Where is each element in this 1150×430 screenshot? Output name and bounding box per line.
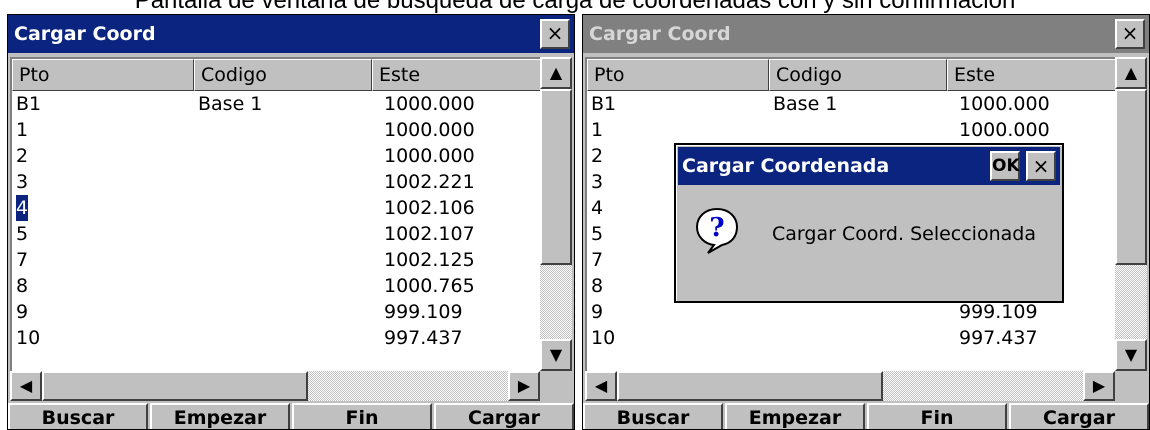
cell-pto: B1: [16, 93, 42, 115]
column-header-codigo[interactable]: Codigo: [769, 59, 947, 91]
cell-pto: 3: [591, 171, 604, 193]
table-row[interactable]: 8 1000.765: [12, 273, 540, 299]
scroll-left-icon[interactable]: ◀: [585, 371, 617, 401]
cell-este: 1000.000: [959, 93, 1050, 115]
cell-este: 997.437: [384, 327, 463, 349]
cell-pto: 8: [591, 275, 604, 297]
table-row[interactable]: 1 1000.000: [12, 117, 540, 143]
cell-este: 997.437: [959, 327, 1038, 349]
close-icon[interactable]: ×: [1115, 19, 1145, 49]
column-header-pto[interactable]: Pto: [587, 59, 769, 91]
button-bar: Buscar Empezar Fin Cargar: [8, 403, 574, 429]
window-title: Cargar Coord: [14, 23, 156, 45]
window-titlebar: Cargar Coord ×: [8, 15, 574, 53]
buscar-button[interactable]: Buscar: [8, 403, 148, 429]
table-row[interactable]: 1 1000.000: [587, 117, 1115, 143]
buscar-button[interactable]: Buscar: [583, 403, 723, 429]
cargar-button[interactable]: Cargar: [434, 403, 574, 429]
cargar-coord-window-left: Cargar Coord × Pto Codigo Este B1 Base 11…: [7, 14, 575, 430]
cell-este: 1000.000: [384, 145, 475, 167]
scroll-right-icon[interactable]: ▶: [1083, 371, 1115, 401]
fin-button[interactable]: Fin: [867, 403, 1007, 429]
scroll-left-icon[interactable]: ◀: [10, 371, 42, 401]
table-row[interactable]: B1 Base 1 1000.000: [587, 91, 1115, 117]
table-row[interactable]: B1 Base 1 1000.000: [12, 91, 540, 117]
question-icon: ?: [695, 207, 739, 254]
table-row[interactable]: 2 1000.000: [12, 143, 540, 169]
cell-pto: 5: [591, 223, 604, 245]
cell-este: 1002.221: [384, 171, 475, 193]
scroll-down-icon[interactable]: ▼: [540, 339, 572, 371]
cell-pto: 9: [591, 301, 604, 323]
fin-button[interactable]: Fin: [292, 403, 432, 429]
cell-este: 1000.000: [384, 119, 475, 141]
scroll-corner: [540, 371, 572, 401]
close-icon[interactable]: ×: [1026, 151, 1056, 181]
window-titlebar: Cargar Coord ×: [583, 15, 1149, 53]
scroll-corner: [1115, 371, 1147, 401]
horizontal-scrollbar[interactable]: ◀ ▶: [10, 371, 540, 401]
cell-pto: 7: [591, 249, 604, 271]
cell-pto: 4: [591, 197, 604, 219]
scroll-down-icon[interactable]: ▼: [1115, 339, 1147, 371]
cell-pto: 10: [591, 327, 616, 349]
cell-pto: 8: [16, 275, 29, 297]
column-header-este[interactable]: Este: [372, 59, 540, 91]
cell-pto: 1: [591, 119, 604, 141]
dialog-message: Cargar Coord. Seleccionada: [772, 223, 1036, 245]
ok-button[interactable]: OK: [990, 151, 1020, 181]
table-row[interactable]: 4 1002.106: [12, 194, 540, 222]
cell-pto: 5: [16, 223, 29, 245]
vertical-scrollbar[interactable]: ▲ ▼: [1115, 57, 1147, 371]
scroll-thumb[interactable]: [1115, 89, 1147, 265]
table-row[interactable]: 10 997.437: [587, 325, 1115, 351]
cell-pto: 2: [16, 145, 29, 167]
cell-pto: B1: [591, 93, 617, 115]
cell-codigo: Base 1: [773, 93, 838, 115]
cell-pto: 10: [16, 327, 41, 349]
dialog-title: Cargar Coordenada: [682, 155, 890, 177]
cell-codigo: Base 1: [198, 93, 263, 115]
table-row[interactable]: 3 1002.221: [12, 169, 540, 195]
cell-pto: 2: [591, 145, 604, 167]
horizontal-scroll-thumb[interactable]: [42, 371, 308, 401]
cell-este: 999.109: [384, 301, 463, 323]
table-row[interactable]: 7 1002.125: [12, 247, 540, 273]
scroll-right-icon[interactable]: ▶: [508, 371, 540, 401]
empezar-button[interactable]: Empezar: [725, 403, 865, 429]
column-header-pto[interactable]: Pto: [12, 59, 194, 91]
cell-este: 1002.125: [384, 249, 475, 271]
cell-este: 1000.000: [384, 93, 475, 115]
confirm-dialog: Cargar Coordenada OK × ? Cargar Coord. S…: [674, 143, 1064, 303]
close-icon[interactable]: ×: [540, 19, 570, 49]
cell-pto: 4: [14, 194, 30, 222]
cell-este: 1002.106: [384, 197, 475, 219]
cell-este: 1000.765: [384, 275, 475, 297]
scroll-thumb[interactable]: [540, 89, 572, 265]
column-header-codigo[interactable]: Codigo: [194, 59, 372, 91]
window-title: Cargar Coord: [589, 23, 731, 45]
cell-este: 1000.000: [959, 119, 1050, 141]
svg-text:?: ?: [709, 213, 724, 243]
empezar-button[interactable]: Empezar: [150, 403, 290, 429]
cargar-button[interactable]: Cargar: [1009, 403, 1149, 429]
scroll-up-icon[interactable]: ▲: [1115, 57, 1147, 89]
cell-pto: 9: [16, 301, 29, 323]
column-header-este[interactable]: Este: [947, 59, 1115, 91]
vertical-scrollbar[interactable]: ▲ ▼: [540, 57, 572, 371]
horizontal-scroll-thumb[interactable]: [617, 371, 883, 401]
table-row[interactable]: 9 999.109: [12, 299, 540, 325]
points-list[interactable]: Pto Codigo Este B1 Base 1 1000.000 1 1000.00…: [10, 57, 540, 371]
cell-este: 1002.107: [384, 223, 475, 245]
dialog-titlebar: Cargar Coordenada OK ×: [678, 147, 1060, 185]
table-row[interactable]: 5 1002.107: [12, 221, 540, 247]
button-bar: Buscar Empezar Fin Cargar: [583, 403, 1149, 429]
horizontal-scrollbar[interactable]: ◀ ▶: [585, 371, 1115, 401]
scroll-up-icon[interactable]: ▲: [540, 57, 572, 89]
cell-pto: 1: [16, 119, 29, 141]
cell-pto: 3: [16, 171, 29, 193]
table-row[interactable]: 10 997.437: [12, 325, 540, 351]
cell-pto: 7: [16, 249, 29, 271]
